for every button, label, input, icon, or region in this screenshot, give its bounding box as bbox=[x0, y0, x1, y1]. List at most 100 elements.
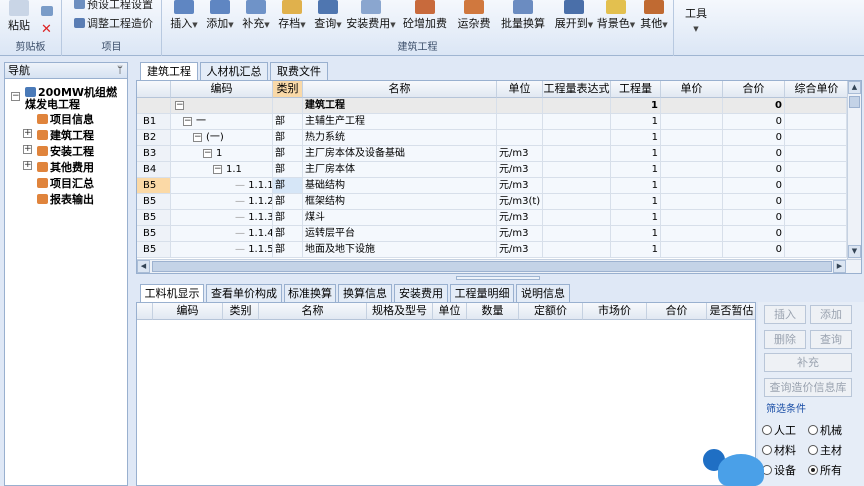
grid-cell-comp[interactable] bbox=[785, 98, 847, 114]
grid-cell-type[interactable]: 部 bbox=[273, 242, 303, 258]
grid-cell-qty[interactable]: 1 bbox=[611, 194, 661, 210]
grid-cell-price[interactable] bbox=[661, 146, 723, 162]
grid-cell-comp[interactable] bbox=[785, 162, 847, 178]
scroll-left-icon[interactable]: ◀ bbox=[137, 260, 150, 273]
grid-cell-expr[interactable] bbox=[543, 242, 611, 258]
grid-cell-unit[interactable]: 元/m3 bbox=[497, 146, 543, 162]
grid-cell-code[interactable]: — 1.1.3 bbox=[171, 210, 273, 226]
grid-cell-comp[interactable] bbox=[785, 178, 847, 194]
grid-cell-price[interactable] bbox=[661, 114, 723, 130]
resource-header-type[interactable]: 类别 bbox=[223, 303, 259, 320]
grid-header-type[interactable]: 类别 bbox=[273, 81, 303, 98]
scroll-thumb[interactable] bbox=[849, 96, 860, 108]
bg-color-button[interactable]: 背景色▼ bbox=[596, 0, 636, 36]
grid-cell-type[interactable]: 部 bbox=[273, 194, 303, 210]
filter-labor-radio[interactable]: 人工 bbox=[762, 422, 796, 438]
grid-cell-name[interactable]: 主辅生产工程 bbox=[303, 114, 497, 130]
grid-cell-total[interactable]: 0 bbox=[723, 114, 785, 130]
grid-header-total[interactable]: 合价 bbox=[723, 81, 785, 98]
grid-cell-unit[interactable]: 元/m3 bbox=[497, 210, 543, 226]
grid-cell-comp[interactable] bbox=[785, 114, 847, 130]
grid-cell-name[interactable]: 热力系统 bbox=[303, 130, 497, 146]
grid-cell-name[interactable]: 煤斗 bbox=[303, 210, 497, 226]
resource-header-quota-price[interactable]: 定额价 bbox=[519, 303, 583, 320]
resource-header-unit[interactable]: 单位 bbox=[433, 303, 467, 320]
archive-button[interactable]: 存档▼ bbox=[274, 0, 310, 36]
grid-cell-price[interactable] bbox=[661, 178, 723, 194]
grid-cell-unit[interactable] bbox=[497, 114, 543, 130]
tab-resource-display[interactable]: 工料机显示 bbox=[140, 284, 204, 303]
grid-cell-code[interactable]: — 1.1.4 bbox=[171, 226, 273, 242]
grid-cell-code[interactable]: — 1.1.5 bbox=[171, 242, 273, 258]
grid-header-name[interactable]: 名称 bbox=[303, 81, 497, 98]
grid-cell-comp[interactable] bbox=[785, 194, 847, 210]
grid-cell-name[interactable]: 主厂房本体 bbox=[303, 162, 497, 178]
grid-cell-code[interactable]: −1.1 bbox=[171, 162, 273, 178]
grid-cell-name[interactable]: 地面及地下设施 bbox=[303, 242, 497, 258]
grid-cell-code[interactable]: — 1.1.1 bbox=[171, 178, 273, 194]
grid-cell-price[interactable] bbox=[661, 242, 723, 258]
grid-header-unit-price[interactable]: 综合单价 bbox=[785, 81, 849, 98]
grid-cell-type[interactable]: 部 bbox=[273, 130, 303, 146]
tree-item-project-info[interactable]: 项目信息 bbox=[37, 111, 94, 127]
resource-header-name[interactable]: 名称 bbox=[259, 303, 367, 320]
resource-header-provisional[interactable]: 是否暂估 bbox=[707, 303, 755, 320]
grid-header-code[interactable]: 编码 bbox=[171, 81, 273, 98]
grid-cell-code[interactable]: −1 bbox=[171, 146, 273, 162]
grid-cell-qty[interactable]: 1 bbox=[611, 162, 661, 178]
resource-header-total[interactable]: 合价 bbox=[647, 303, 707, 320]
grid-cell-expr[interactable] bbox=[543, 210, 611, 226]
grid-cell-unit[interactable] bbox=[497, 130, 543, 146]
copy-icon[interactable] bbox=[41, 6, 53, 16]
grid-cell-unit[interactable]: 元/m3 bbox=[497, 162, 543, 178]
insert-button[interactable]: 插入▼ bbox=[166, 0, 202, 36]
grid-cell-qty[interactable]: 1 bbox=[611, 146, 661, 162]
resource-header-spec[interactable]: 规格及型号 bbox=[367, 303, 433, 320]
grid-cell-qty[interactable]: 1 bbox=[611, 226, 661, 242]
other-button[interactable]: 其他▼ bbox=[636, 0, 672, 36]
filter-material-radio[interactable]: 材料 bbox=[762, 442, 796, 458]
grid-cell-price[interactable] bbox=[661, 98, 723, 114]
grid-cell-type[interactable] bbox=[273, 98, 303, 114]
grid-cell-price[interactable] bbox=[661, 162, 723, 178]
row-collapse-icon[interactable]: − bbox=[203, 149, 212, 158]
grid-cell-total[interactable]: 0 bbox=[723, 242, 785, 258]
grid-cell-type[interactable]: 部 bbox=[273, 114, 303, 130]
grid-cell-unit[interactable]: 元/m3(t) bbox=[497, 194, 543, 210]
grid-cell-price[interactable] bbox=[661, 194, 723, 210]
grid-cell-unit[interactable] bbox=[497, 98, 543, 114]
tree-item-other-fees[interactable]: 其他费用 bbox=[37, 159, 94, 175]
grid-cell-code[interactable]: − 一 bbox=[171, 114, 273, 130]
row-collapse-icon[interactable]: − bbox=[213, 165, 222, 174]
freight-button[interactable]: 运杂费 bbox=[452, 0, 496, 36]
grid-cell-expr[interactable] bbox=[543, 130, 611, 146]
row-collapse-icon[interactable]: − bbox=[193, 133, 202, 142]
tree-expand-install[interactable]: + bbox=[23, 145, 32, 154]
grid-cell-total[interactable]: 0 bbox=[723, 226, 785, 242]
tree-collapse-root[interactable]: − bbox=[11, 92, 20, 101]
grid-cell-type[interactable]: 部 bbox=[273, 146, 303, 162]
supplement-button[interactable]: 补充▼ bbox=[238, 0, 274, 36]
grid-cell-qty[interactable]: 1 bbox=[611, 98, 661, 114]
filter-machine-radio[interactable]: 机械 bbox=[808, 422, 842, 438]
grid-cell-expr[interactable] bbox=[543, 114, 611, 130]
tab-labor-material[interactable]: 人材机汇总 bbox=[200, 62, 268, 80]
grid-cell-qty[interactable]: 1 bbox=[611, 114, 661, 130]
grid-cell-name[interactable]: 运转层平台 bbox=[303, 226, 497, 242]
project-settings-button[interactable]: 预设工程设置 bbox=[74, 0, 153, 12]
side-price-lib-button[interactable]: 查询造价信息库 bbox=[764, 378, 852, 397]
grid-cell-expr[interactable] bbox=[543, 194, 611, 210]
tree-item-report[interactable]: 报表输出 bbox=[37, 191, 94, 207]
grid-cell-total[interactable]: 0 bbox=[723, 194, 785, 210]
grid-cell-comp[interactable] bbox=[785, 210, 847, 226]
grid-cell-price[interactable] bbox=[661, 130, 723, 146]
tab-fee-file[interactable]: 取费文件 bbox=[270, 62, 328, 80]
grid-cell-total[interactable]: 0 bbox=[723, 130, 785, 146]
tab-unit-price-composition[interactable]: 查看单价构成 bbox=[206, 284, 282, 302]
grid-cell-qty[interactable]: 1 bbox=[611, 130, 661, 146]
grid-cell-price[interactable] bbox=[661, 210, 723, 226]
row-collapse-icon[interactable]: − bbox=[183, 117, 192, 126]
grid-cell-code[interactable]: − (一) bbox=[171, 130, 273, 146]
grid-cell-total[interactable]: 0 bbox=[723, 178, 785, 194]
filter-equipment-radio[interactable]: 设备 bbox=[762, 462, 796, 478]
